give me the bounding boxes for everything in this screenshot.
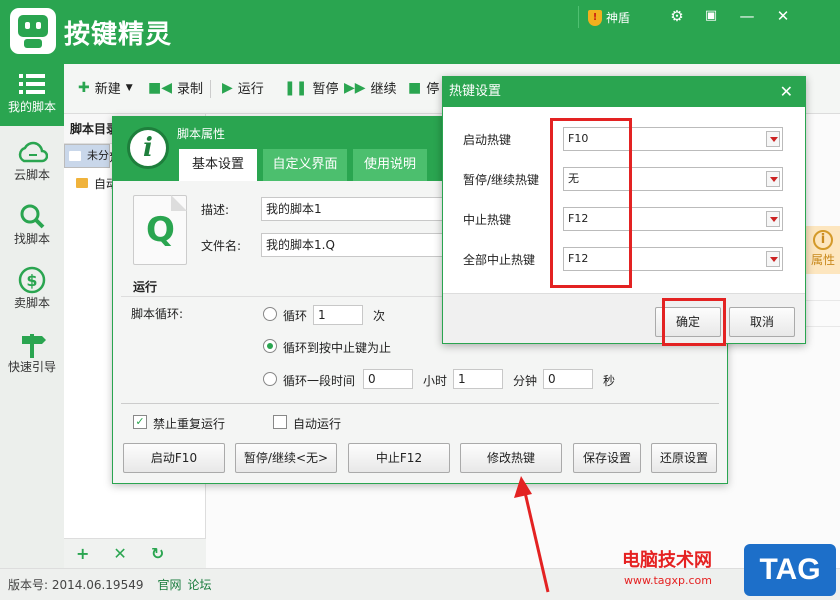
annotation-arrow-icon: [514, 476, 550, 593]
